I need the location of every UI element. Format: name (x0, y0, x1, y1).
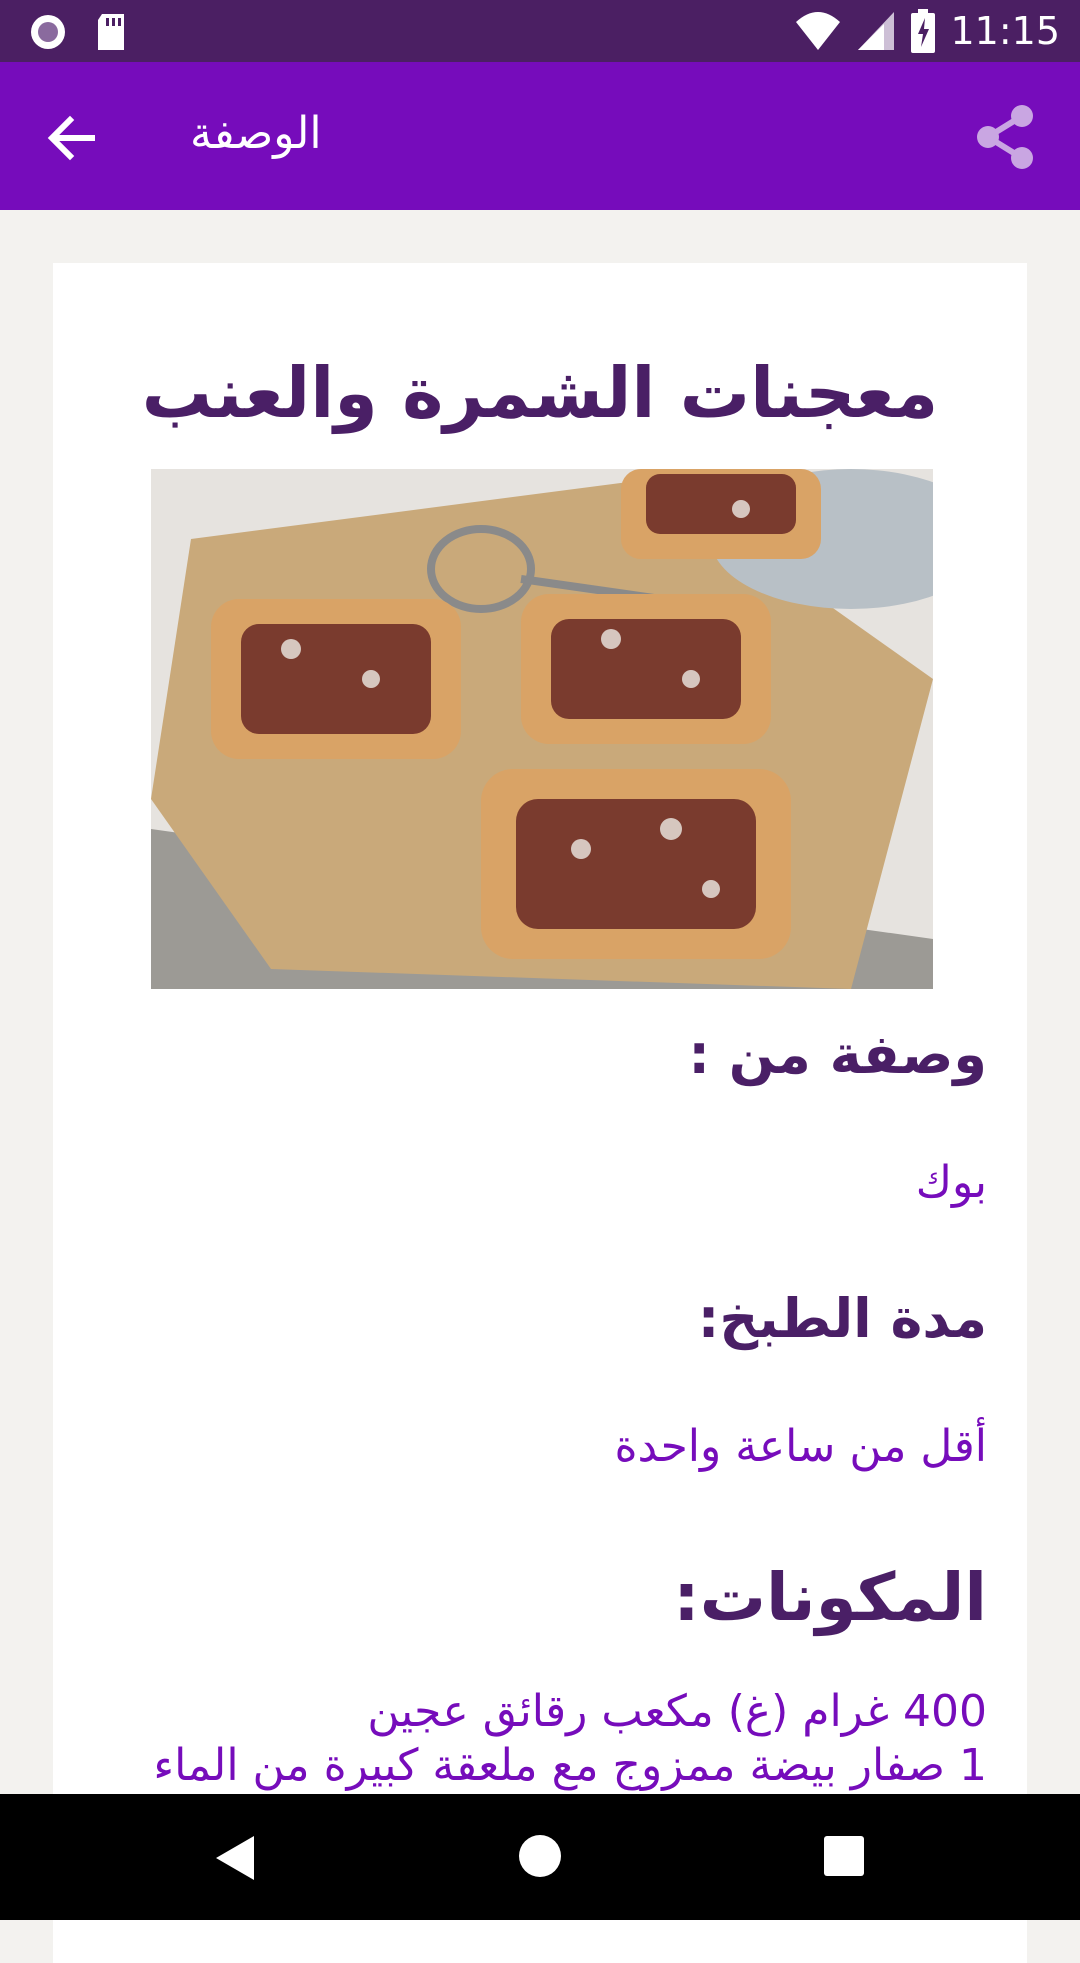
ingredients-list: 400 غرام (غ) مكعب رقائق عجين 1 صفار بيضة… (153, 1685, 987, 1793)
cook-time-value: أقل من ساعة واحدة (614, 1421, 987, 1472)
nav-recents-icon[interactable] (824, 1836, 864, 1876)
recipe-title: معجنات الشمرة والعنب (141, 352, 939, 434)
back-button[interactable] (44, 110, 100, 166)
list-item: 400 غرام (غ) مكعب رقائق عجين (367, 1686, 987, 1737)
record-icon (31, 15, 65, 49)
status-bar: 11:15 (0, 0, 1080, 62)
cook-time-label: مدة الطبخ: (697, 1287, 987, 1350)
nav-home-icon[interactable] (518, 1834, 562, 1878)
share-icon (977, 105, 1033, 169)
recipe-card: معجنات الشمرة والعنب وصفة من: بوك مدة ا… (53, 263, 1027, 1963)
signal-icon (858, 12, 895, 50)
nav-back-icon[interactable] (212, 1834, 258, 1882)
ingredients-label: المكونات: (673, 1559, 987, 1636)
arrow-back-icon (47, 115, 95, 161)
battery-charging-icon (911, 9, 936, 53)
system-nav-bar (0, 1794, 1080, 1920)
recipe-by-value: بوك (915, 1157, 987, 1208)
page-title: الوصفة (190, 108, 322, 159)
wifi-icon (796, 12, 841, 50)
app-bar: الوصفة (0, 62, 1080, 210)
status-time: 11:15 (950, 9, 1060, 53)
sd-card-icon (98, 14, 124, 50)
share-button[interactable] (970, 102, 1040, 172)
list-item: 1 صفار بيضة ممزوج مع ملعقة كبيرة من الما… (153, 1740, 987, 1791)
recipe-image (151, 469, 933, 989)
recipe-by-label: وصفة من : (688, 1023, 987, 1086)
